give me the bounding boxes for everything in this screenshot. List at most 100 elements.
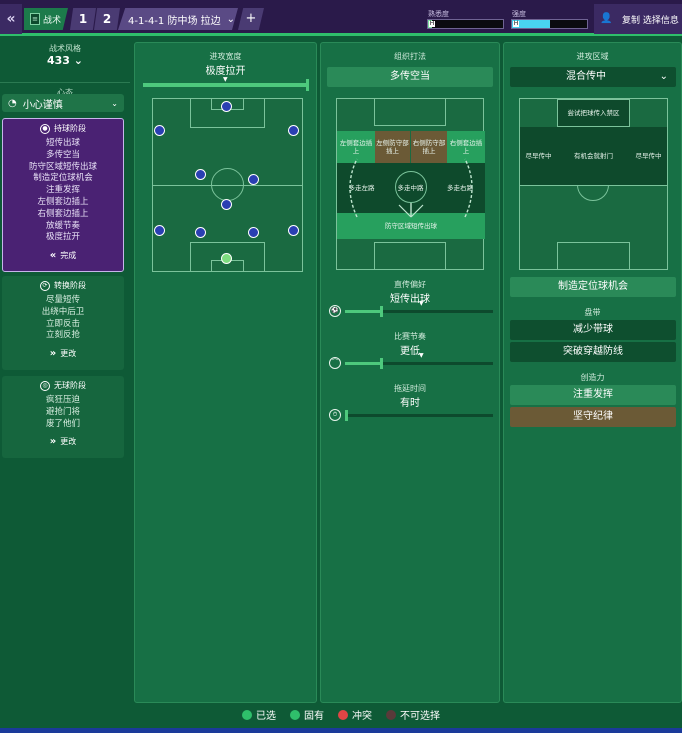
player-marker[interactable] xyxy=(195,169,206,180)
phase-transition[interactable]: ⟳ 转换阶段 尽量短传 出绕中后卫 立即反击 立刻反抢 » 更改 xyxy=(2,276,124,370)
list-item: 多传空当 xyxy=(45,149,80,160)
width-fill xyxy=(143,83,308,87)
phase-in-possession[interactable]: ● 持球阶段 短传出球 多传空当 防守区域短传出球 制造定位球机会 注重发挥 左侧… xyxy=(2,118,124,272)
clipboard-icon: ≡ xyxy=(30,13,40,25)
transition-icon: ⟳ xyxy=(40,280,50,291)
player-marker[interactable] xyxy=(288,125,299,136)
center-left-arrow xyxy=(398,204,412,218)
tempo-slider[interactable]: ⌒ ▼ xyxy=(329,352,493,371)
intensity-meter[interactable]: H xyxy=(511,19,588,29)
slider-knob[interactable] xyxy=(380,306,383,317)
zone-shoot-on-sight[interactable]: 有机会就射门 xyxy=(557,127,630,185)
zone-box-pass[interactable]: 尝试把球传入禁区 xyxy=(557,99,630,127)
legend-dot xyxy=(386,709,396,720)
legend-label: 不可选择 xyxy=(400,711,440,722)
width-handle[interactable] xyxy=(306,79,309,91)
list-item: 出绕中后卫 xyxy=(41,306,85,317)
slider-knob[interactable] xyxy=(380,358,383,369)
player-marker[interactable] xyxy=(221,199,232,210)
left-panel: 战术风格 433 ⌄ 心态 ◔ 小心谨慎 ⌄ ● 持球阶段 短传出球 多传空当 防… xyxy=(0,36,130,733)
intensity-label: 强度 xyxy=(512,10,526,18)
list-item: 避抢门将 xyxy=(45,406,80,417)
player-marker[interactable] xyxy=(195,227,206,238)
tab-tactic[interactable]: ≡ 战术 xyxy=(24,8,68,30)
list-item: 注重发挥 xyxy=(45,185,80,196)
slider-tick-icon: ▼ xyxy=(419,300,424,307)
goalkeeper-marker[interactable] xyxy=(221,253,232,264)
dribble-option[interactable]: 突破穿越防线 xyxy=(510,342,676,362)
player-marker[interactable] xyxy=(221,101,232,112)
phase-title: 持球阶段 xyxy=(54,124,86,133)
slider-tick-icon: ▼ xyxy=(223,76,228,83)
dribble-label: 盘带 xyxy=(584,308,601,317)
legend-label: 冲突 xyxy=(352,711,372,722)
copy-button[interactable]: 👤 复制 选择信息 xyxy=(594,4,682,34)
change-button[interactable]: » 更改 xyxy=(2,436,124,447)
slider-knob[interactable] xyxy=(345,410,348,421)
legend-dot xyxy=(290,709,300,720)
right-pass-arrow xyxy=(464,158,473,218)
tactic-slot-1[interactable]: 1 xyxy=(70,8,96,30)
creativity-label: 创造力 xyxy=(580,373,605,382)
zone-early-cross-left[interactable]: 尽早传中 xyxy=(520,127,557,185)
double-chevron-right-icon: » xyxy=(49,436,57,448)
slider-label: 拖延时间 xyxy=(394,384,426,393)
slider-label: 直传偏好 xyxy=(394,280,426,289)
phase-out-of-possession[interactable]: ◎ 无球阶段 疯狂压迫 避抢门将 废了他们 » 更改 xyxy=(2,376,124,458)
passing-arrows xyxy=(349,158,473,218)
double-chevron-left-icon: « xyxy=(49,250,57,262)
legend-item: 冲突 xyxy=(338,707,372,722)
dribble-option[interactable]: 减少带球 xyxy=(510,320,676,340)
done-button[interactable]: «完成 xyxy=(3,250,123,261)
chevron-down-icon: ⌄ xyxy=(111,98,118,108)
phase-title: 无球阶段 xyxy=(54,381,86,390)
list-item: 左侧套边插上 xyxy=(37,196,89,207)
legend-item: 不可选择 xyxy=(386,707,440,722)
passing-slider[interactable]: ⚽ ▼ xyxy=(329,300,493,319)
set-piece-button[interactable]: 制造定位球机会 xyxy=(510,277,676,297)
slider-value: 短传出球 xyxy=(390,294,430,305)
crossing-dropdown[interactable]: 混合传中 ⌄ xyxy=(510,67,676,87)
back-button[interactable]: « xyxy=(0,4,22,34)
slider-track[interactable] xyxy=(345,358,493,369)
stopwatch-icon: ⏱ xyxy=(329,409,341,421)
mentality-dropdown[interactable]: ◔ 小心谨慎 ⌄ xyxy=(2,94,124,112)
player-marker[interactable] xyxy=(288,225,299,236)
width-panel: 进攻宽度 极度拉开 ▼ xyxy=(134,42,317,703)
creativity-option[interactable]: 坚守纪律 xyxy=(510,407,676,427)
change-button[interactable]: » 更改 xyxy=(2,348,124,359)
timewasting-slider[interactable]: ⏱ xyxy=(329,409,493,423)
formation-dropdown[interactable]: 4-1-4-1 防中场 拉边 ⌄ xyxy=(118,8,238,30)
legend-item: 已选 xyxy=(242,707,276,722)
chevron-down-icon: ⌄ xyxy=(659,71,668,82)
slider-value: 有时 xyxy=(400,398,420,409)
ball-icon: ● xyxy=(40,123,50,134)
list-item: 立刻反抢 xyxy=(45,330,80,341)
slider-track[interactable] xyxy=(345,306,493,317)
zone-early-cross-right[interactable]: 尽早传中 xyxy=(630,127,667,185)
slider-tick-icon: ▼ xyxy=(419,352,424,359)
style-dropdown[interactable]: 433 ⌄ xyxy=(0,54,130,67)
player-marker[interactable] xyxy=(248,227,259,238)
legend-item: 固有 xyxy=(290,707,324,722)
player-marker[interactable] xyxy=(248,174,259,185)
list-item: 极度拉开 xyxy=(45,232,80,243)
change-label: 更改 xyxy=(60,349,77,359)
player-marker[interactable] xyxy=(154,225,165,236)
formation-pitch xyxy=(152,98,303,272)
add-tactic-button[interactable]: + xyxy=(238,8,264,30)
width-slider[interactable]: ▼ xyxy=(143,76,309,91)
buildup-selected[interactable]: 多传空当 xyxy=(327,67,493,87)
familiarity-marker: H xyxy=(429,20,435,27)
list-item: 尽量短传 xyxy=(45,295,80,305)
slider-track[interactable] xyxy=(345,410,493,421)
panel-title: 进攻宽度 xyxy=(209,52,242,61)
intensity-marker: H xyxy=(513,20,519,27)
tactic-slot-2[interactable]: 2 xyxy=(94,8,120,30)
center-circle xyxy=(211,168,244,201)
familiarity-meter[interactable]: H xyxy=(427,19,504,29)
player-marker[interactable] xyxy=(154,125,165,136)
attack-pitch: 尝试把球传入禁区 尽早传中 有机会就射门 尽早传中 xyxy=(519,98,668,270)
creativity-option[interactable]: 注重发挥 xyxy=(510,385,676,405)
legend-dot xyxy=(242,709,252,720)
